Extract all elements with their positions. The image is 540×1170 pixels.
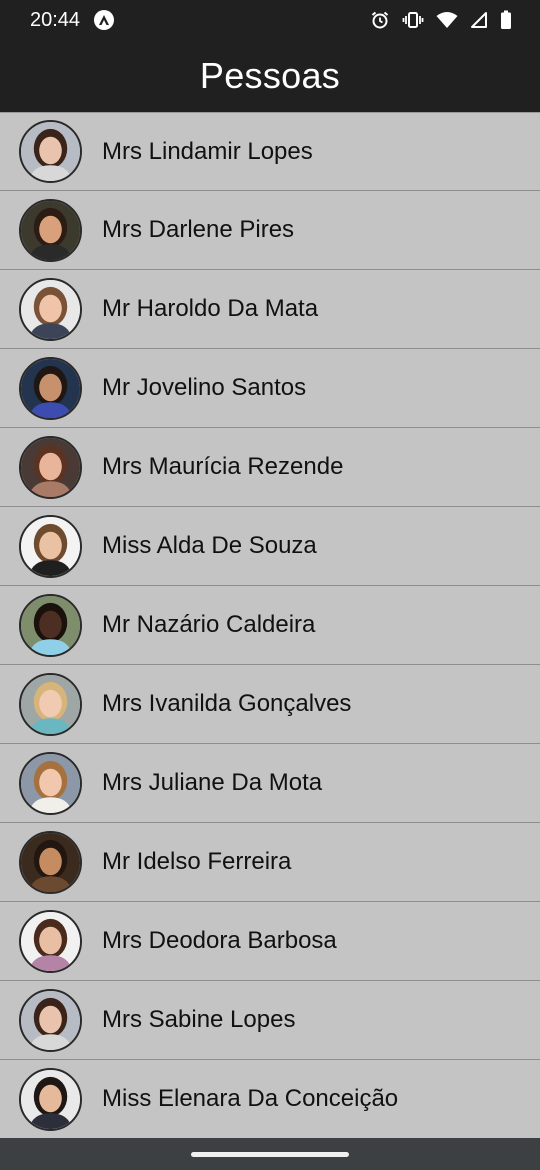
list-item[interactable]: Mrs Lindamir Lopes: [0, 112, 540, 191]
person-name: Mrs Sabine Lopes: [102, 1006, 296, 1033]
vibrate-icon: [402, 10, 424, 30]
status-time: 20:44: [30, 8, 81, 31]
avatar: [19, 514, 82, 578]
list-item[interactable]: Miss Elenara Da Conceição: [0, 1060, 540, 1138]
list-item[interactable]: Mrs Ivanilda Gonçalves: [0, 665, 540, 744]
person-name: Mr Nazário Caldeira: [102, 611, 316, 638]
page-title: Pessoas: [199, 55, 341, 96]
avatar: [19, 672, 82, 736]
person-name: Mr Haroldo Da Mata: [102, 295, 319, 322]
avatar: [19, 909, 82, 973]
avatar: [19, 830, 82, 894]
status-right: [370, 10, 512, 30]
battery-icon: [500, 10, 512, 30]
list-item[interactable]: Mr Jovelino Santos: [0, 349, 540, 428]
avatar: [19, 435, 82, 499]
signal-icon: [470, 11, 488, 29]
avatar: [19, 356, 82, 420]
list-item[interactable]: Mrs Maurícia Rezende: [0, 428, 540, 507]
status-left: 20:44: [30, 8, 115, 32]
list-item[interactable]: Mrs Sabine Lopes: [0, 981, 540, 1060]
list-item[interactable]: Mr Nazário Caldeira: [0, 586, 540, 665]
avatar: [19, 988, 82, 1052]
person-name: Mrs Deodora Barbosa: [102, 927, 337, 954]
avatar: [19, 198, 82, 262]
list-item[interactable]: Mrs Darlene Pires: [0, 191, 540, 270]
person-name: Mrs Darlene Pires: [102, 216, 295, 243]
list-item[interactable]: Mrs Juliane Da Mota: [0, 744, 540, 823]
person-name: Miss Elenara Da Conceição: [102, 1085, 399, 1112]
person-name: Mrs Juliane Da Mota: [102, 769, 323, 796]
avatar: [19, 593, 82, 657]
navigation-bar: [0, 1138, 540, 1170]
person-name: Mrs Maurícia Rezende: [102, 453, 344, 480]
list-item[interactable]: Miss Alda De Souza: [0, 507, 540, 586]
person-name: Mrs Lindamir Lopes: [102, 137, 313, 165]
avatar: [19, 751, 82, 815]
avatar: [19, 277, 82, 341]
list-item[interactable]: Mr Idelso Ferreira: [0, 823, 540, 902]
wifi-icon: [436, 11, 458, 29]
status-bar: 20:44: [0, 0, 540, 40]
app-bar: Pessoas: [0, 40, 540, 112]
app-notification-icon: [94, 10, 115, 30]
list-item[interactable]: Mr Haroldo Da Mata: [0, 270, 540, 349]
person-name: Mr Jovelino Santos: [102, 374, 307, 401]
alarm-icon: [370, 10, 390, 30]
avatar: [19, 1067, 82, 1131]
avatar: [19, 120, 82, 183]
person-name: Mr Idelso Ferreira: [102, 848, 292, 875]
home-gesture-handle[interactable]: [191, 1151, 349, 1157]
list-item[interactable]: Mrs Deodora Barbosa: [0, 902, 540, 981]
people-list[interactable]: Mrs Lindamir Lopes Mrs Darlene Pires Mr Ha…: [0, 112, 540, 1138]
person-name: Mrs Ivanilda Gonçalves: [102, 690, 352, 717]
person-name: Miss Alda De Souza: [102, 532, 317, 559]
